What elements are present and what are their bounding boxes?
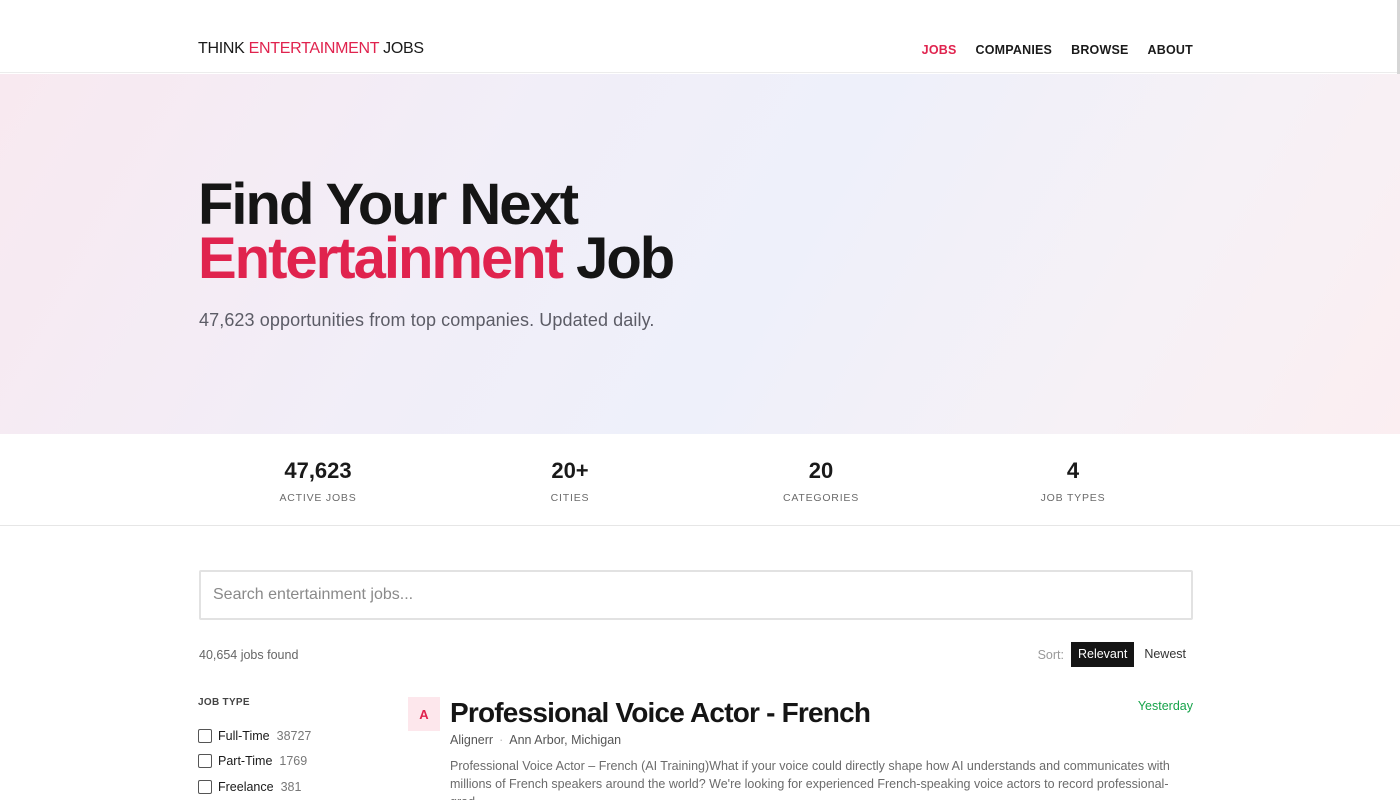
filter-name: Freelance xyxy=(218,779,274,794)
stats-bar: 47,623 ACTIVE JOBS 20+ CITIES 20 CATEGOR… xyxy=(0,434,1400,526)
hero-subtitle: 47,623 opportunities from top companies.… xyxy=(199,310,655,330)
stat-value: 47,623 xyxy=(284,458,352,483)
logo-part-think: THINK xyxy=(198,40,249,57)
filter-heading-job-type: JOB TYPE xyxy=(198,697,250,708)
filter-name: Full-Time xyxy=(218,728,270,743)
sort-control: Sort: Relevant Newest xyxy=(1038,642,1193,667)
filter-count: 38727 xyxy=(276,728,312,743)
results-count: 40,654 jobs found xyxy=(199,648,299,662)
search-input[interactable] xyxy=(199,570,1193,620)
checkbox[interactable] xyxy=(198,728,212,743)
filter-list-job-type: Full-Time 38727 Part-Time 1769 Freelance… xyxy=(198,723,311,800)
stat-job-types: 4 JOB TYPES xyxy=(973,458,1173,504)
site-logo[interactable]: THINK ENTERTAINMENT JOBS xyxy=(198,40,424,58)
filter-item-part-time[interactable]: Part-Time 1769 xyxy=(198,749,311,775)
job-posted-date: Yesterday xyxy=(1137,699,1193,713)
stat-label: JOB TYPES xyxy=(1040,492,1106,504)
hero-section: Find Your Next Entertainment Job 47,623 … xyxy=(0,74,1400,434)
site-header: THINK ENTERTAINMENT JOBS JOBS COMPANIES … xyxy=(0,0,1400,73)
stat-value: 20 xyxy=(808,458,834,483)
job-location: Ann Arbor, Michigan xyxy=(509,733,622,747)
separator-dot: · xyxy=(499,733,504,747)
stat-value: 4 xyxy=(1066,458,1080,483)
company-avatar: A xyxy=(408,697,440,731)
stat-categories: 20 CATEGORIES xyxy=(721,458,921,504)
stat-active-jobs: 47,623 ACTIVE JOBS xyxy=(218,458,418,504)
job-company[interactable]: Alignerr xyxy=(450,733,493,747)
stat-value: 20+ xyxy=(551,458,589,483)
nav-companies[interactable]: COMPANIES xyxy=(976,43,1053,57)
filter-count: 1769 xyxy=(279,754,308,769)
sort-label: Sort: xyxy=(1037,647,1064,662)
job-description: Professional Voice Actor – French (AI Tr… xyxy=(450,759,1170,800)
stat-label: CATEGORIES xyxy=(782,492,860,504)
stat-label: CITIES xyxy=(550,492,590,504)
hero-title-accent: Entertainment xyxy=(198,226,564,291)
filter-count: 381 xyxy=(280,779,302,794)
checkbox[interactable] xyxy=(198,779,212,794)
filter-item-full-time[interactable]: Full-Time 38727 xyxy=(198,723,311,749)
stat-cities: 20+ CITIES xyxy=(470,458,670,504)
job-meta: Alignerr · Ann Arbor, Michigan xyxy=(450,733,621,747)
sort-relevant-button[interactable]: Relevant xyxy=(1070,642,1135,667)
nav-about[interactable]: ABOUT xyxy=(1148,43,1193,57)
stat-label: ACTIVE JOBS xyxy=(279,492,357,504)
main-nav: JOBS COMPANIES BROWSE ABOUT xyxy=(922,43,1193,57)
sort-newest-button[interactable]: Newest xyxy=(1137,642,1193,667)
hero-title-job: Job xyxy=(561,226,675,291)
nav-browse[interactable]: BROWSE xyxy=(1071,43,1128,57)
filter-item-freelance[interactable]: Freelance 381 xyxy=(198,774,311,800)
hero-title: Find Your Next Entertainment Job xyxy=(198,176,675,288)
checkbox[interactable] xyxy=(198,754,212,769)
filter-name: Part-Time xyxy=(218,754,273,769)
logo-part-entertainment: ENTERTAINMENT xyxy=(248,40,380,57)
job-title-link[interactable]: Professional Voice Actor - French xyxy=(450,697,871,729)
logo-part-jobs: JOBS xyxy=(379,40,424,57)
nav-jobs[interactable]: JOBS xyxy=(922,43,957,57)
